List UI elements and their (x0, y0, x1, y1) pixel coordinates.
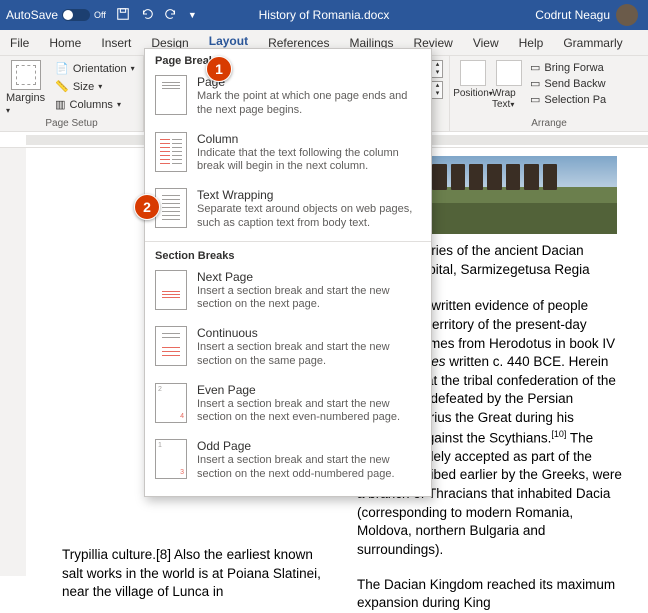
position-button[interactable]: Position▾ (456, 60, 490, 110)
tab-home[interactable]: Home (39, 32, 91, 55)
tab-file[interactable]: File (0, 32, 39, 55)
orientation-button[interactable]: 📄 Orientation ▾ (51, 60, 139, 77)
breaks-dropdown: Page Breaks PageMark the point at which … (144, 48, 432, 497)
break-text-wrapping[interactable]: Text WrappingSeparate text around object… (145, 184, 431, 241)
user-name: Codrut Neagu (535, 8, 610, 22)
margins-icon (11, 60, 41, 90)
title-bar: AutoSave Off ▼ History of Romania.docx C… (0, 0, 648, 30)
group-page-setup: Page Setup (6, 118, 137, 129)
send-backward-button[interactable]: ▭ Send Backw (528, 76, 608, 91)
callout-1: 1 (206, 56, 232, 82)
page-breaks-header: Page Breaks (145, 49, 431, 71)
undo-icon[interactable] (140, 7, 154, 24)
wrap-text-icon (496, 60, 522, 86)
margins-button[interactable]: Margins ▾ (6, 60, 45, 116)
document-title: History of Romania.docx (259, 8, 390, 22)
odd-page-break-icon (155, 439, 187, 479)
break-column[interactable]: ColumnIndicate that the text following t… (145, 128, 431, 185)
size-button[interactable]: 📏 Size ▾ (51, 78, 139, 95)
callout-2: 2 (134, 194, 160, 220)
toggle-off-icon (62, 9, 90, 21)
break-page[interactable]: PageMark the point at which one page end… (145, 71, 431, 128)
group-arrange: Arrange (456, 118, 642, 129)
page-break-icon (155, 75, 187, 115)
avatar[interactable] (616, 4, 638, 26)
tab-view[interactable]: View (463, 32, 509, 55)
save-icon[interactable] (116, 7, 130, 24)
break-even-page[interactable]: Even PageInsert a section break and star… (145, 379, 431, 436)
tab-insert[interactable]: Insert (91, 32, 141, 55)
break-next-page[interactable]: Next PageInsert a section break and star… (145, 266, 431, 323)
break-continuous[interactable]: ContinuousInsert a section break and sta… (145, 322, 431, 379)
section-breaks-header: Section Breaks (145, 241, 431, 266)
break-odd-page[interactable]: Odd PageInsert a section break and start… (145, 435, 431, 492)
redo-icon[interactable] (164, 7, 178, 24)
tab-grammarly[interactable]: Grammarly (553, 32, 632, 55)
column-break-icon (155, 132, 187, 172)
selection-pane-button[interactable]: ▭ Selection Pa (528, 92, 608, 107)
position-icon (460, 60, 486, 86)
bring-forward-button[interactable]: ▭ Bring Forwa (528, 60, 608, 75)
tab-help[interactable]: Help (509, 32, 554, 55)
even-page-break-icon (155, 383, 187, 423)
autosave-toggle[interactable]: AutoSave Off (0, 8, 106, 22)
columns-button[interactable]: ▥ Columns ▾ (51, 96, 139, 113)
continuous-break-icon (155, 326, 187, 366)
wrap-text-button[interactable]: Wrap Text▾ (492, 60, 526, 110)
next-page-break-icon (155, 270, 187, 310)
